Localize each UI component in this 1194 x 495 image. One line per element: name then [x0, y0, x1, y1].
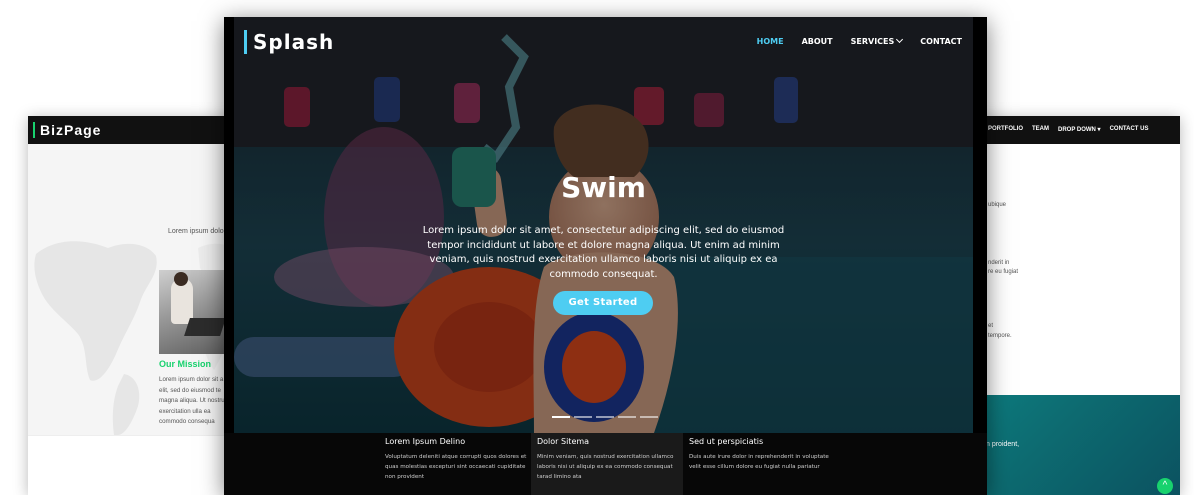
footer-column-text: Duis aute irure dolor in reprehenderit i…: [689, 454, 829, 470]
mission-text: Lorem ipsum dolor sit a elit, sed do eiu…: [159, 376, 229, 425]
chevron-up-icon: ^: [1162, 480, 1168, 491]
scroll-top-button[interactable]: ^: [1157, 478, 1173, 494]
site-header: Splash HOME ABOUT SERVICES CONTACT: [234, 17, 973, 67]
nav-about[interactable]: ABOUT: [802, 37, 833, 46]
splash-logo[interactable]: Splash: [244, 30, 334, 54]
chevron-down-icon: [896, 35, 904, 44]
nav-contact-us[interactable]: CONTACT US: [1110, 126, 1149, 133]
snippet-text: tempore.: [988, 333, 1012, 339]
carousel-dot[interactable]: [618, 416, 636, 418]
footer-column: Dolor Sitema Minim veniam, quis nostrud …: [531, 433, 683, 495]
carousel-dot[interactable]: [574, 416, 592, 418]
carousel-dot[interactable]: [552, 416, 570, 418]
carousel-dot[interactable]: [640, 416, 658, 418]
footer-column-title: Lorem Ipsum Delino: [385, 437, 466, 446]
mission-title[interactable]: Our Mission: [159, 359, 211, 369]
footer-column-title: Dolor Sitema: [537, 437, 590, 446]
bizpage-logo[interactable]: BizPage: [33, 122, 101, 138]
bizpage-intro-text: Lorem ipsum dolo: [168, 228, 224, 235]
hero-description: Lorem ipsum dolor sit amet, consectetur …: [422, 225, 785, 280]
footer-column: Sed ut perspiciatis Duis aute irure dolo…: [683, 433, 835, 495]
nav-portfolio[interactable]: PORTFOLIO: [988, 126, 1023, 133]
nav-home[interactable]: HOME: [757, 37, 784, 46]
footer-column-text: Minim veniam, quis nostrud exercitation …: [537, 454, 674, 480]
footer-column-title: Sed ut perspiciatis: [689, 437, 764, 446]
nav-services[interactable]: SERVICES: [851, 35, 904, 46]
nav-contact[interactable]: CONTACT: [920, 37, 962, 46]
site-footer: Lorem Ipsum Delino Voluptatum deleniti a…: [224, 433, 987, 495]
splash-preview-card: Splash HOME ABOUT SERVICES CONTACT Swim …: [224, 17, 987, 495]
business-nav: PORTFOLIO TEAM DROP DOWN ▾ CONTACT US: [988, 126, 1148, 133]
carousel-indicators: [552, 416, 658, 418]
teal-text: n proident,: [986, 441, 1020, 448]
hero-title: Swim: [561, 171, 646, 204]
footer-column-text: Voluptatum deleniti atque corrupti quos …: [385, 454, 527, 480]
carousel-dot[interactable]: [596, 416, 614, 418]
snippet-text: nderit in: [988, 260, 1010, 266]
snippet-text: et: [988, 323, 994, 329]
mission-image: [159, 270, 225, 354]
get-started-button[interactable]: Get Started: [553, 291, 653, 315]
snippet-text: re eu fugiat: [988, 269, 1019, 275]
snippet-text: ubique: [988, 202, 1007, 208]
nav-team[interactable]: TEAM: [1032, 126, 1049, 133]
hero-section: Splash HOME ABOUT SERVICES CONTACT Swim …: [234, 17, 973, 433]
main-nav: HOME ABOUT SERVICES CONTACT: [757, 35, 962, 46]
nav-dropdown[interactable]: DROP DOWN ▾: [1058, 126, 1101, 133]
footer-column: Lorem Ipsum Delino Voluptatum deleniti a…: [379, 433, 531, 495]
